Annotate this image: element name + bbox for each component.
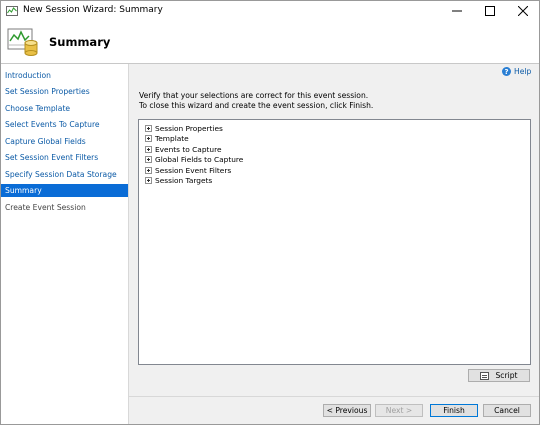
window-title: New Session Wizard: Summary — [23, 5, 163, 15]
close-button[interactable] — [506, 1, 539, 21]
sidebar-item-specify-data-storage[interactable]: Specify Session Data Storage — [1, 168, 128, 181]
expand-icon[interactable] — [145, 145, 152, 153]
sidebar-item-capture-global-fields[interactable]: Capture Global Fields — [1, 135, 128, 148]
maximize-icon — [484, 6, 495, 16]
help-label: Help — [514, 67, 532, 76]
finish-button[interactable]: Finish — [430, 404, 478, 417]
close-icon — [517, 6, 528, 16]
tree-node-global-fields[interactable]: Global Fields to Capture — [145, 154, 243, 164]
script-button[interactable]: Script — [468, 369, 530, 382]
tree-node-label: Session Properties — [155, 123, 223, 133]
next-button: Next > — [375, 404, 423, 417]
expand-icon[interactable] — [145, 176, 152, 184]
sidebar-item-summary[interactable]: Summary — [1, 184, 128, 197]
tree-node-label: Template — [155, 133, 189, 143]
tree-node-label: Session Event Filters — [155, 165, 232, 175]
instruction-line-1: Verify that your selections are correct … — [139, 91, 369, 100]
maximize-button[interactable] — [473, 1, 506, 21]
sidebar-item-create-event-session: Create Event Session — [5, 203, 86, 212]
minimize-icon — [451, 10, 462, 12]
expand-icon[interactable] — [145, 155, 152, 163]
tree-node-template[interactable]: Template — [145, 133, 189, 143]
script-button-label: Script — [495, 371, 518, 380]
tree-node-label: Global Fields to Capture — [155, 154, 244, 164]
expand-icon[interactable] — [145, 134, 152, 142]
wizard-header: Summary — [1, 21, 539, 64]
title-bar: New Session Wizard: Summary — [1, 1, 539, 21]
sidebar-item-introduction[interactable]: Introduction — [1, 69, 128, 82]
tree-node-events-to-capture[interactable]: Events to Capture — [145, 144, 222, 154]
instruction-line-2: To close this wizard and create the even… — [139, 101, 374, 110]
previous-button[interactable]: < Previous — [323, 404, 371, 417]
wizard-page-icon — [7, 28, 38, 56]
help-icon: ? — [502, 67, 511, 76]
expand-icon[interactable] — [145, 166, 152, 174]
summary-tree[interactable]: Session Properties Template Events to Ca… — [138, 119, 531, 365]
tree-node-session-event-filters[interactable]: Session Event Filters — [145, 165, 231, 175]
page-title: Summary — [49, 35, 111, 49]
sidebar-item-set-session-properties[interactable]: Set Session Properties — [1, 85, 128, 98]
help-link[interactable]: ? Help — [502, 67, 531, 76]
app-icon — [6, 6, 18, 16]
footer-divider — [129, 396, 539, 397]
sidebar-item-select-events[interactable]: Select Events To Capture — [1, 118, 128, 131]
script-icon — [480, 371, 490, 380]
wizard-window: New Session Wizard: Summary Summary Intr… — [0, 0, 540, 425]
wizard-steps-sidebar: Introduction Set Session Properties Choo… — [1, 64, 129, 424]
tree-node-label: Events to Capture — [155, 144, 222, 154]
tree-node-session-properties[interactable]: Session Properties — [145, 123, 223, 133]
sidebar-item-set-session-event-filters[interactable]: Set Session Event Filters — [1, 151, 128, 164]
cancel-button[interactable]: Cancel — [483, 404, 531, 417]
tree-node-label: Session Targets — [155, 175, 213, 185]
tree-node-session-targets[interactable]: Session Targets — [145, 175, 212, 185]
expand-icon[interactable] — [145, 124, 152, 132]
minimize-button[interactable] — [440, 1, 473, 21]
sidebar-item-choose-template[interactable]: Choose Template — [1, 102, 128, 115]
